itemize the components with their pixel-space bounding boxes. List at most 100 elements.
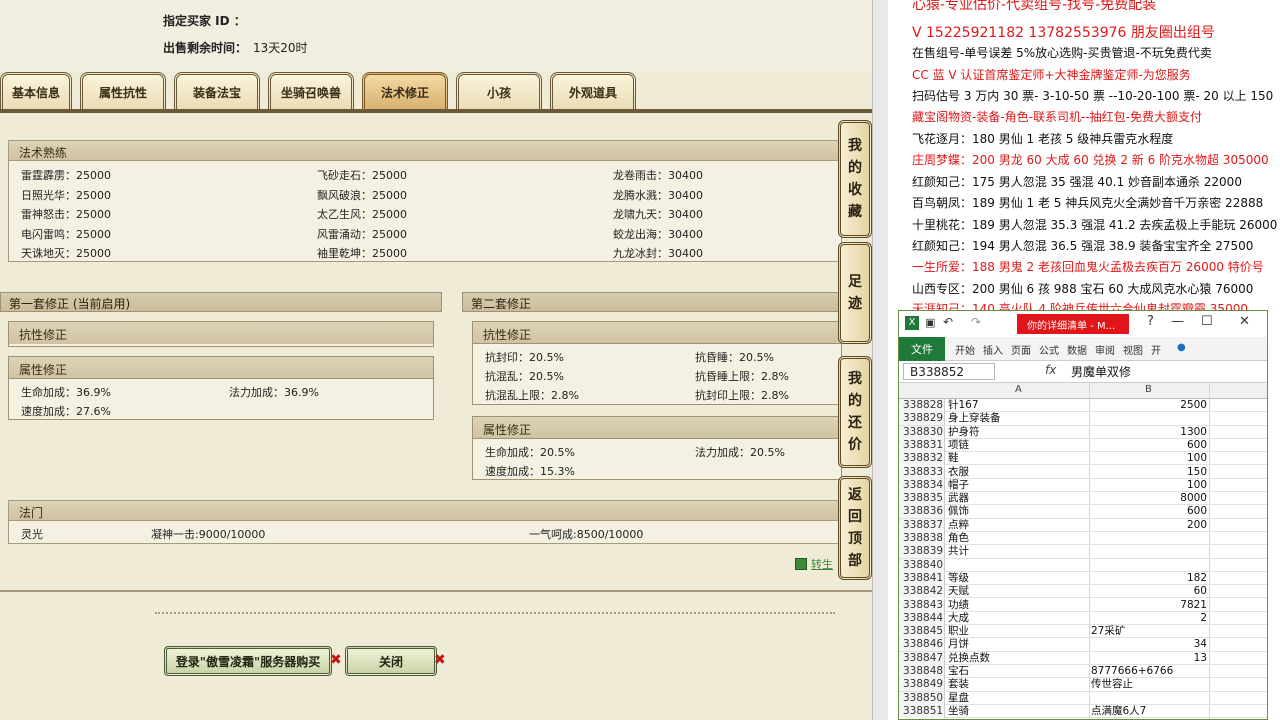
name-box[interactable]: B338852 [903, 363, 995, 380]
row-number[interactable]: 338845 [899, 625, 945, 639]
cell-b[interactable]: 27采矿 [1091, 625, 1207, 638]
cell-a[interactable]: 套装 [948, 678, 1088, 691]
my-counteroffer-button[interactable]: 我 的 还 价 [838, 356, 872, 468]
ribbon-dev-tab[interactable]: 开 [1151, 342, 1161, 357]
row-number[interactable]: 338836 [899, 505, 945, 519]
tab-appearance[interactable]: 外观道具 [550, 72, 636, 110]
ribbon-page-tab[interactable]: 页面 [1011, 342, 1031, 357]
cell-b[interactable]: 600 [1091, 505, 1207, 518]
row-number[interactable]: 338832 [899, 452, 945, 466]
column-b-header[interactable]: B [1145, 384, 1152, 395]
row-number[interactable]: 338840 [899, 558, 945, 572]
cell-b[interactable]: 182 [1091, 572, 1207, 585]
cell-a[interactable]: 武器 [948, 492, 1088, 505]
help-icon[interactable]: ? [1147, 314, 1154, 329]
tab-attributes[interactable]: 属性抗性 [80, 72, 166, 110]
row-number[interactable]: 338839 [899, 545, 945, 559]
column-a-header[interactable]: A [1015, 384, 1022, 395]
row-number[interactable]: 338842 [899, 585, 945, 599]
cell-b[interactable]: 34 [1091, 638, 1207, 651]
cell-b[interactable]: 8777666+6766 [1091, 665, 1207, 678]
cell-b[interactable]: 150 [1091, 466, 1207, 479]
row-number[interactable]: 338844 [899, 611, 945, 625]
maximize-icon[interactable]: ☐ [1201, 314, 1213, 329]
cell-b[interactable]: 2 [1091, 612, 1207, 625]
cell-a[interactable]: 坐骑 [948, 705, 1088, 718]
tab-mounts-pets[interactable]: 坐骑召唤兽 [268, 72, 354, 110]
row-number[interactable]: 338841 [899, 571, 945, 585]
cell-a[interactable]: 衣服 [948, 466, 1088, 479]
row-number[interactable]: 338849 [899, 678, 945, 692]
footprints-button[interactable]: 足 迹 [838, 242, 872, 344]
cell-a[interactable]: 等级 [948, 572, 1088, 585]
cell-a[interactable]: 角色 [948, 532, 1088, 545]
cell-a[interactable]: 佩饰 [948, 505, 1088, 518]
cell-a[interactable]: 天赋 [948, 585, 1088, 598]
row-number[interactable]: 338837 [899, 518, 945, 532]
save-icon[interactable]: ▣ [925, 316, 935, 329]
close-icon[interactable]: ✕ [1239, 314, 1250, 329]
cell-a[interactable]: 星盘 [948, 692, 1088, 705]
ribbon-review-tab[interactable]: 审阅 [1095, 342, 1115, 357]
cell-b[interactable]: 100 [1091, 452, 1207, 465]
row-number[interactable]: 338829 [899, 412, 945, 426]
cell-b[interactable]: 7821 [1091, 599, 1207, 612]
scrollbar-strip[interactable] [872, 0, 888, 720]
cell-a[interactable]: 身上穿装备 [948, 412, 1088, 425]
tab-equipment[interactable]: 装备法宝 [174, 72, 260, 110]
cell-b[interactable]: 传世容止 [1091, 678, 1207, 691]
redo-icon[interactable]: ↷ [971, 315, 981, 329]
ribbon-insert-tab[interactable]: 插入 [983, 342, 1003, 357]
cell-a[interactable]: 针167 [948, 399, 1088, 412]
row-number[interactable]: 338834 [899, 478, 945, 492]
cell-b[interactable]: 点满魔6人7 [1091, 705, 1207, 718]
row-number[interactable]: 338846 [899, 638, 945, 652]
cell-a[interactable]: 护身符 [948, 426, 1088, 439]
row-number[interactable]: 338848 [899, 665, 945, 678]
tab-basic-info[interactable]: 基本信息 [0, 72, 72, 110]
row-number[interactable]: 338830 [899, 425, 945, 439]
row-number[interactable]: 338838 [899, 532, 945, 545]
ribbon-view-tab[interactable]: 视图 [1123, 342, 1143, 357]
row-number[interactable]: 338843 [899, 598, 945, 612]
ribbon-home-tab[interactable]: 开始 [955, 342, 975, 357]
row-number[interactable]: 338828 [899, 399, 945, 412]
cell-a[interactable]: 共计 [948, 545, 1088, 558]
row-number[interactable]: 338847 [899, 651, 945, 665]
cell-a[interactable]: 点粹 [948, 519, 1088, 532]
cell-b[interactable]: 60 [1091, 585, 1207, 598]
cell-a[interactable]: 帽子 [948, 479, 1088, 492]
row-number[interactable]: 338835 [899, 492, 945, 506]
fx-icon[interactable]: fx [1045, 363, 1056, 377]
cell-b[interactable]: 8000 [1091, 492, 1207, 505]
tab-spell-correction[interactable]: 法术修正 [362, 72, 448, 110]
close-button[interactable]: 关闭 [345, 646, 437, 676]
cell-b[interactable]: 100 [1091, 479, 1207, 492]
ribbon-formula-tab[interactable]: 公式 [1039, 342, 1059, 357]
back-to-top-button[interactable]: 返 回 顶 部 [838, 476, 872, 580]
login-purchase-button[interactable]: 登录"傲雪凌霜"服务器购买 [164, 646, 332, 676]
cell-a[interactable]: 项链 [948, 439, 1088, 452]
formula-input[interactable]: 男魔单双修 [1071, 363, 1131, 380]
cell-b[interactable]: 2500 [1091, 399, 1207, 412]
my-favorites-button[interactable]: 我 的 收 藏 [838, 120, 872, 238]
cell-b[interactable]: 13 [1091, 652, 1207, 665]
row-number[interactable]: 338850 [899, 691, 945, 705]
row-number[interactable]: 338851 [899, 704, 945, 718]
help-circle-icon[interactable]: ● [1177, 342, 1186, 353]
row-number[interactable]: 338833 [899, 465, 945, 479]
cell-a[interactable]: 月饼 [948, 638, 1088, 651]
minimize-icon[interactable]: — [1171, 314, 1184, 329]
cell-b[interactable]: 600 [1091, 439, 1207, 452]
cell-a[interactable]: 宝石 [948, 665, 1088, 678]
tab-children[interactable]: 小孩 [456, 72, 542, 110]
cell-a[interactable]: 大成 [948, 612, 1088, 625]
cell-a[interactable]: 功绩 [948, 599, 1088, 612]
ribbon-file-tab[interactable]: 文件 [899, 337, 945, 361]
ribbon-data-tab[interactable]: 数据 [1067, 342, 1087, 357]
cell-a[interactable]: 鞋 [948, 452, 1088, 465]
transfer-link[interactable]: 转生 [795, 556, 833, 572]
row-number[interactable]: 338831 [899, 438, 945, 452]
cell-b[interactable]: 200 [1091, 519, 1207, 532]
cell-a[interactable]: 职业 [948, 625, 1088, 638]
